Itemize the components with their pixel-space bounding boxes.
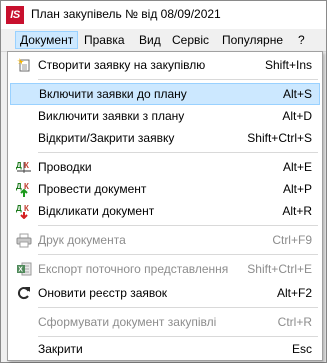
dk-revoke-down-icon: Д К — [16, 203, 32, 220]
menu-item-print-document[interactable]: Друк документа Ctrl+F9 — [10, 229, 320, 251]
refresh-icon — [16, 285, 32, 301]
menu-item-label: Закрити — [38, 342, 83, 356]
title-bar: IS План закупівель № від 08/09/2021 — [1, 1, 326, 30]
menu-item-shortcut: Shift+Ins — [264, 58, 312, 72]
menu-popular[interactable]: Популярне — [218, 31, 287, 49]
menu-item-shortcut: Alt+E — [282, 160, 312, 174]
menu-item-post-document[interactable]: Д К Провести документ Alt+P — [10, 178, 320, 200]
svg-text:X: X — [18, 267, 23, 274]
menu-item-shortcut: Shift+Ctrl+E — [247, 262, 312, 276]
menu-item-shortcut: Alt+D — [282, 109, 312, 123]
menu-item-form-purchase-document[interactable]: Сформувати документ закупівлі Ctrl+R — [10, 311, 320, 333]
menu-bar: Документ Правка Вид Сервіс Популярне ? — [1, 29, 326, 52]
svg-text:Д: Д — [16, 182, 22, 191]
menu-item-open-close-request[interactable]: Відкрити/Закрити заявку Shift+Ctrl+S — [10, 127, 320, 149]
menu-item-shortcut: Alt+P — [282, 182, 312, 196]
menu-item-label: Відкрити/Закрити заявку — [38, 131, 175, 145]
menu-item-create-request[interactable]: Створити заявку на закупівлю Shift+Ins — [10, 54, 320, 76]
menu-item-label: Проводки — [38, 160, 92, 174]
menu-separator — [38, 152, 318, 153]
dk-post-up-icon: Д К — [16, 181, 32, 197]
menu-item-label: Відкликати документ — [38, 204, 155, 218]
svg-text:К: К — [24, 204, 29, 213]
menu-item-shortcut: Esc — [291, 342, 312, 356]
menu-separator — [38, 79, 318, 80]
menu-item-postings[interactable]: Д К Проводки Alt+E — [10, 156, 320, 178]
menu-service[interactable]: Сервіс — [168, 31, 213, 49]
menu-item-label: Експорт поточного представлення — [38, 262, 229, 276]
menu-separator — [38, 336, 318, 337]
menu-item-refresh-registry[interactable]: Оновити реєстр заявок Alt+F2 — [10, 282, 320, 304]
dk-postings-icon: Д К — [16, 159, 32, 175]
menu-edit[interactable]: Правка — [80, 31, 129, 49]
excel-export-icon: X — [16, 261, 32, 277]
menu-document[interactable]: Документ — [15, 31, 79, 49]
svg-text:К: К — [24, 161, 29, 170]
svg-text:Д: Д — [16, 204, 22, 213]
menu-item-label: Виключити заявки з плану — [38, 109, 185, 123]
printer-icon — [16, 232, 32, 248]
menu-item-shortcut: Shift+Ctrl+S — [247, 131, 312, 145]
menu-item-exclude-requests[interactable]: Виключити заявки з плану Alt+D — [10, 105, 320, 127]
menu-item-label: Створити заявку на закупівлю — [38, 58, 206, 72]
menu-item-include-requests[interactable]: Включити заявки до плану Alt+S — [10, 83, 320, 105]
new-document-star-icon — [16, 57, 32, 73]
menu-item-label: Оновити реєстр заявок — [38, 286, 168, 300]
menu-item-shortcut: Alt+F2 — [276, 286, 312, 300]
menu-item-label: Включити заявки до плану — [39, 87, 187, 101]
menu-item-revoke-document[interactable]: Д К Відкликати документ Alt+R — [10, 200, 320, 222]
menu-item-label: Друк документа — [38, 233, 126, 247]
menu-view[interactable]: Вид — [135, 31, 165, 49]
menu-item-shortcut: Ctrl+R — [277, 315, 312, 329]
window-title: План закупівель № від 08/09/2021 — [31, 7, 221, 21]
app-logo-icon: IS — [6, 6, 24, 24]
menu-item-close[interactable]: Закрити Esc — [10, 338, 320, 360]
menu-item-label: Провести документ — [38, 182, 147, 196]
document-menu-dropdown: Створити заявку на закупівлю Shift+Ins В… — [7, 51, 323, 361]
menu-item-shortcut: Alt+S — [282, 87, 312, 101]
svg-text:Д: Д — [16, 161, 22, 170]
menu-item-export-view[interactable]: X Експорт поточного представлення Shift+… — [10, 258, 320, 280]
menu-separator — [38, 307, 318, 308]
menu-item-label: Сформувати документ закупівлі — [38, 315, 217, 329]
menu-item-shortcut: Ctrl+F9 — [272, 233, 312, 247]
app-window: IS План закупівель № від 08/09/2021 Доку… — [0, 0, 327, 363]
menu-help[interactable]: ? — [294, 31, 309, 49]
menu-separator — [38, 225, 318, 226]
menu-item-shortcut: Alt+R — [282, 204, 312, 218]
menu-separator — [38, 254, 318, 255]
